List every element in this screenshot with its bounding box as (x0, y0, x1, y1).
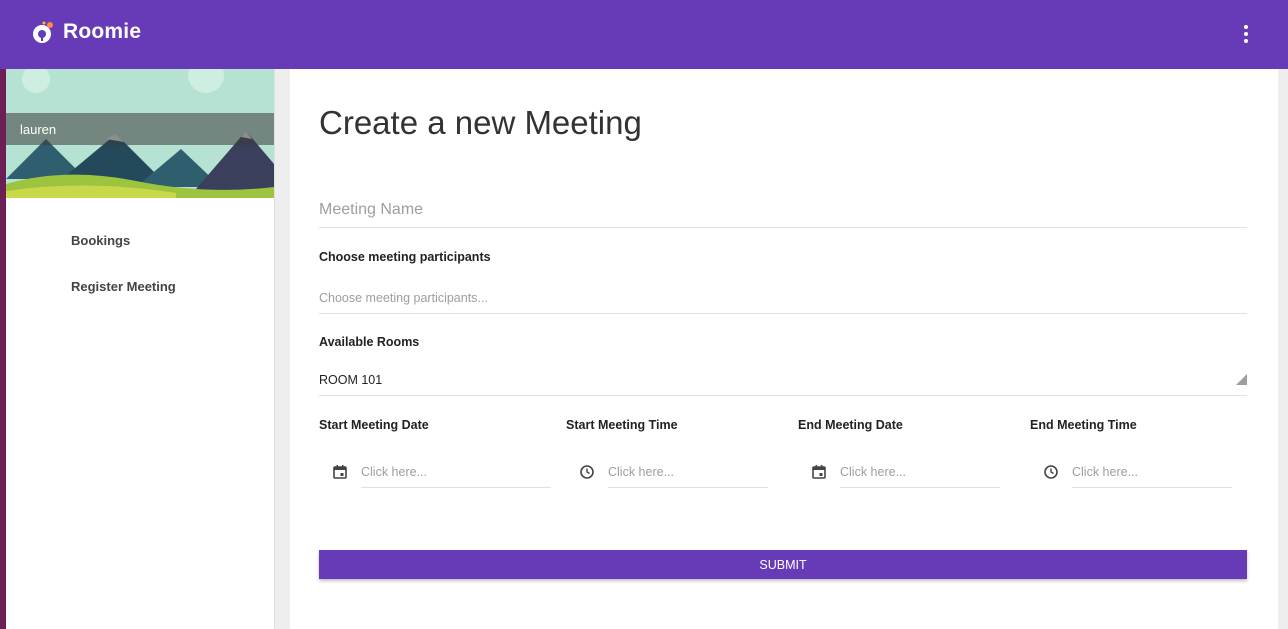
start-time-label: Start Meeting Time (566, 418, 678, 432)
calendar-icon[interactable] (811, 464, 827, 480)
start-date-input[interactable] (361, 456, 551, 488)
page-title: Create a new Meeting (319, 104, 642, 141)
submit-button[interactable]: SUBMIT (319, 550, 1247, 579)
username: lauren (6, 113, 274, 145)
roomie-logo-icon (30, 18, 58, 46)
meeting-name-input[interactable] (319, 192, 1247, 228)
sidebar-item-register-meeting[interactable]: Register Meeting (6, 274, 274, 320)
start-time-input[interactable] (608, 456, 768, 488)
sidebar-nav: Bookings Register Meeting (6, 198, 274, 320)
app-logo[interactable]: Roomie (30, 18, 141, 46)
rooms-select[interactable]: ROOM 101 (319, 366, 1247, 396)
profile-banner: lauren (6, 69, 274, 198)
clock-icon[interactable] (579, 464, 595, 480)
calendar-icon[interactable] (332, 464, 348, 480)
end-date-input[interactable] (840, 456, 1000, 488)
app-name: Roomie (63, 20, 142, 43)
rooms-select-value: ROOM 101 (319, 373, 383, 387)
app-bar: Roomie (0, 0, 1288, 69)
end-date-label: End Meeting Date (798, 418, 903, 432)
end-time-input[interactable] (1072, 456, 1232, 488)
participants-input[interactable] (319, 282, 1247, 314)
sidebar: lauren Bookings Register Meeting (6, 69, 275, 629)
start-date-label: Start Meeting Date (319, 418, 429, 432)
clock-icon[interactable] (1043, 464, 1059, 480)
dropdown-arrow-icon (1236, 374, 1247, 385)
form-card (290, 69, 1278, 629)
sidebar-item-bookings[interactable]: Bookings (6, 228, 274, 274)
participants-label: Choose meeting participants (319, 250, 491, 264)
more-vert-icon[interactable] (1232, 20, 1260, 48)
end-time-label: End Meeting Time (1030, 418, 1137, 432)
rooms-label: Available Rooms (319, 335, 420, 349)
